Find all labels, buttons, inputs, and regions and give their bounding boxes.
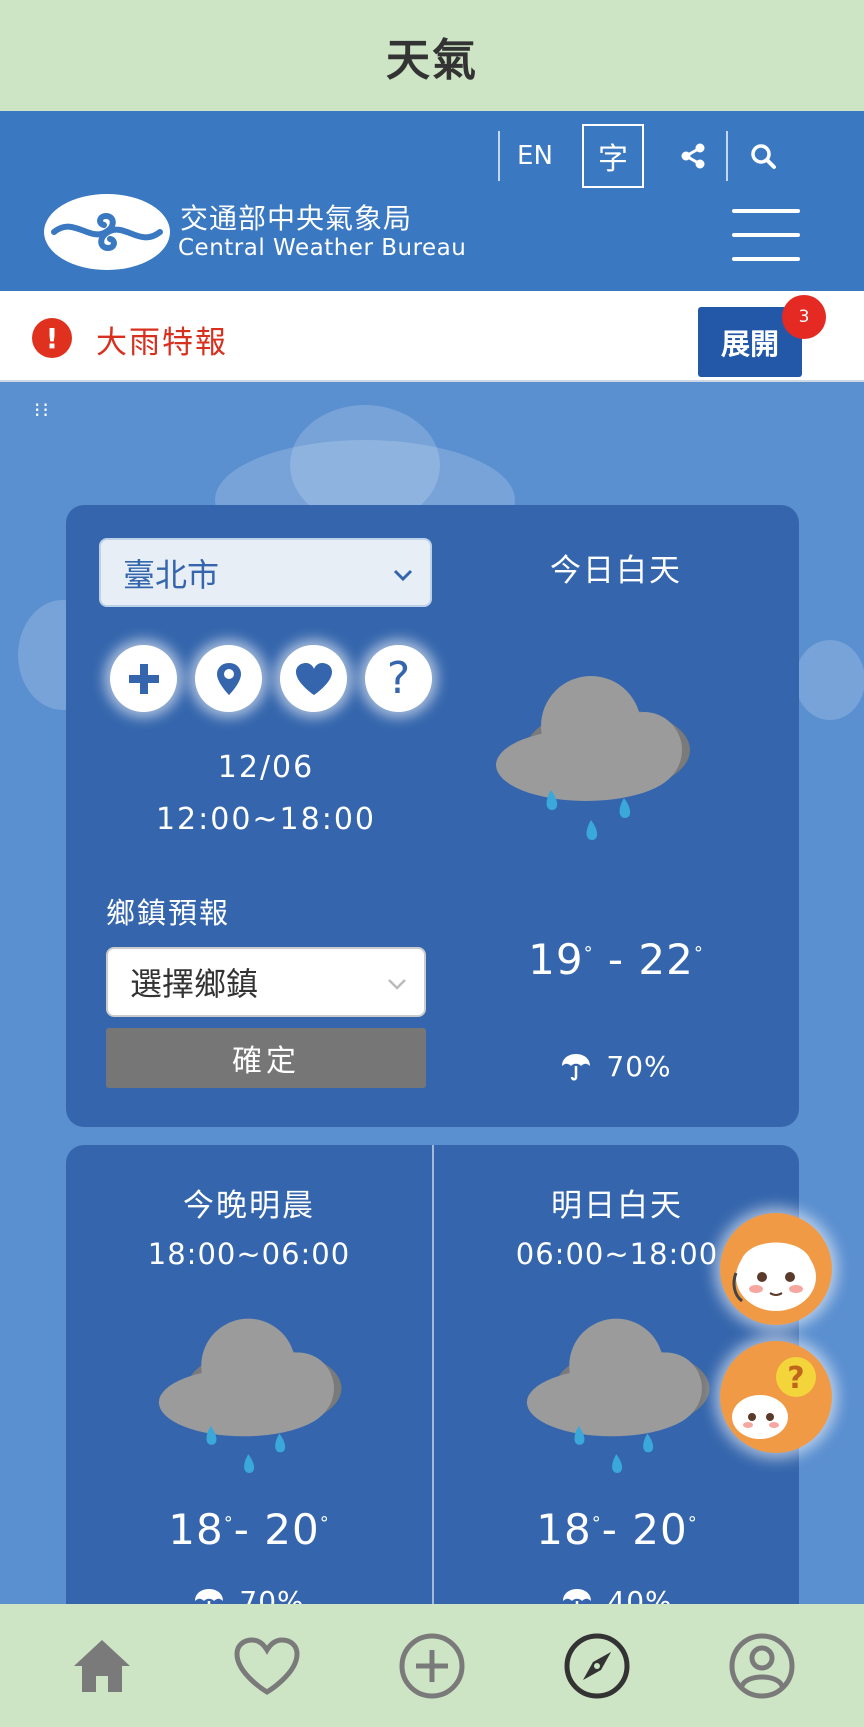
rain-probability: 70%	[466, 1050, 766, 1083]
assistant-chat-button[interactable]	[720, 1213, 832, 1325]
temp-low: 18	[168, 1505, 224, 1554]
locate-button[interactable]	[195, 645, 262, 712]
user-icon[interactable]	[722, 1626, 802, 1706]
confirm-button[interactable]: 確定	[106, 1028, 426, 1088]
org-name: 交通部中央氣象局	[180, 202, 413, 235]
temperature-range: 19° - 22°	[528, 935, 704, 984]
rain-cloud-icon	[496, 676, 690, 840]
town-select-value: 選擇鄉鎮	[130, 965, 259, 1003]
time-range: 18:00~06:00	[147, 1237, 351, 1271]
favorite-button[interactable]	[280, 645, 347, 712]
temp-high: 20	[632, 1505, 688, 1554]
hamburger-menu-icon[interactable]	[732, 209, 800, 263]
today-forecast-card: 臺北市 ? 12/06 12:00~18:00 鄉鎮預報 選擇鄉鎮 確定 今日白…	[66, 505, 799, 1127]
location-pin-icon	[216, 662, 241, 695]
city-select-value: 臺北市	[123, 555, 220, 594]
rain-cloud-icon	[526, 1318, 710, 1473]
city-select[interactable]: 臺北市	[99, 538, 432, 607]
temperature-range: 18°- 20°	[168, 1505, 330, 1554]
chevron-down-icon	[388, 979, 406, 990]
bottom-navigation	[0, 1604, 864, 1727]
period-label: 今日白天	[550, 553, 682, 589]
temp-low: 19	[528, 935, 584, 984]
alert-bar: ! 大雨特報 展開 3	[0, 291, 864, 382]
svg-text:?: ?	[787, 1361, 804, 1396]
compass-icon[interactable]	[557, 1626, 637, 1706]
heart-icon[interactable]	[227, 1626, 307, 1706]
alert-count-badge: 3	[782, 295, 826, 339]
cwb-logo[interactable]	[44, 194, 170, 270]
site-header: EN 字 交通部中央氣象局 Central Weather Bureau	[0, 111, 864, 291]
app-title: 天氣	[386, 34, 478, 86]
background-cloud	[795, 640, 864, 720]
alert-text[interactable]: 大雨特報	[96, 317, 228, 362]
town-select[interactable]: 選擇鄉鎮	[106, 947, 426, 1017]
warning-icon: !	[32, 318, 72, 358]
font-size-button[interactable]: 字	[582, 124, 644, 188]
umbrella-icon	[562, 1053, 591, 1080]
forecast-date: 12/06	[217, 750, 315, 785]
forecast-time-range: 12:00~18:00	[155, 802, 377, 837]
temp-high: 20	[264, 1505, 320, 1554]
separator	[726, 131, 728, 181]
chevron-down-icon	[393, 569, 413, 582]
temp-low: 18	[536, 1505, 592, 1554]
assistant-help-button[interactable]: ?	[720, 1341, 832, 1453]
language-button[interactable]: EN	[502, 126, 568, 186]
period-label: 今晚明晨	[183, 1188, 315, 1224]
mascot-question-icon: ?	[732, 1357, 816, 1439]
heart-icon	[295, 662, 332, 695]
temperature-range: 18°- 20°	[536, 1505, 698, 1554]
plus-icon	[128, 663, 159, 694]
app-bar: 天氣	[0, 0, 864, 111]
rain-cloud-icon	[158, 1318, 342, 1473]
home-icon[interactable]	[62, 1626, 142, 1706]
plus-circle-icon[interactable]	[392, 1626, 472, 1706]
search-icon[interactable]	[738, 126, 788, 186]
period-label: 明日白天	[551, 1188, 683, 1224]
separator	[498, 131, 500, 181]
temp-high: 22	[638, 935, 694, 984]
share-icon[interactable]	[668, 126, 718, 186]
help-button[interactable]: ?	[365, 645, 432, 712]
mascot-icon	[732, 1242, 816, 1311]
add-location-button[interactable]	[110, 645, 177, 712]
question-icon: ?	[386, 653, 411, 704]
org-name-en: Central Weather Bureau	[178, 235, 467, 261]
drag-handle-icon[interactable]: ⁝⁝	[34, 398, 51, 422]
town-forecast-label: 鄉鎮預報	[106, 896, 231, 930]
rain-chance: 70%	[606, 1050, 672, 1083]
